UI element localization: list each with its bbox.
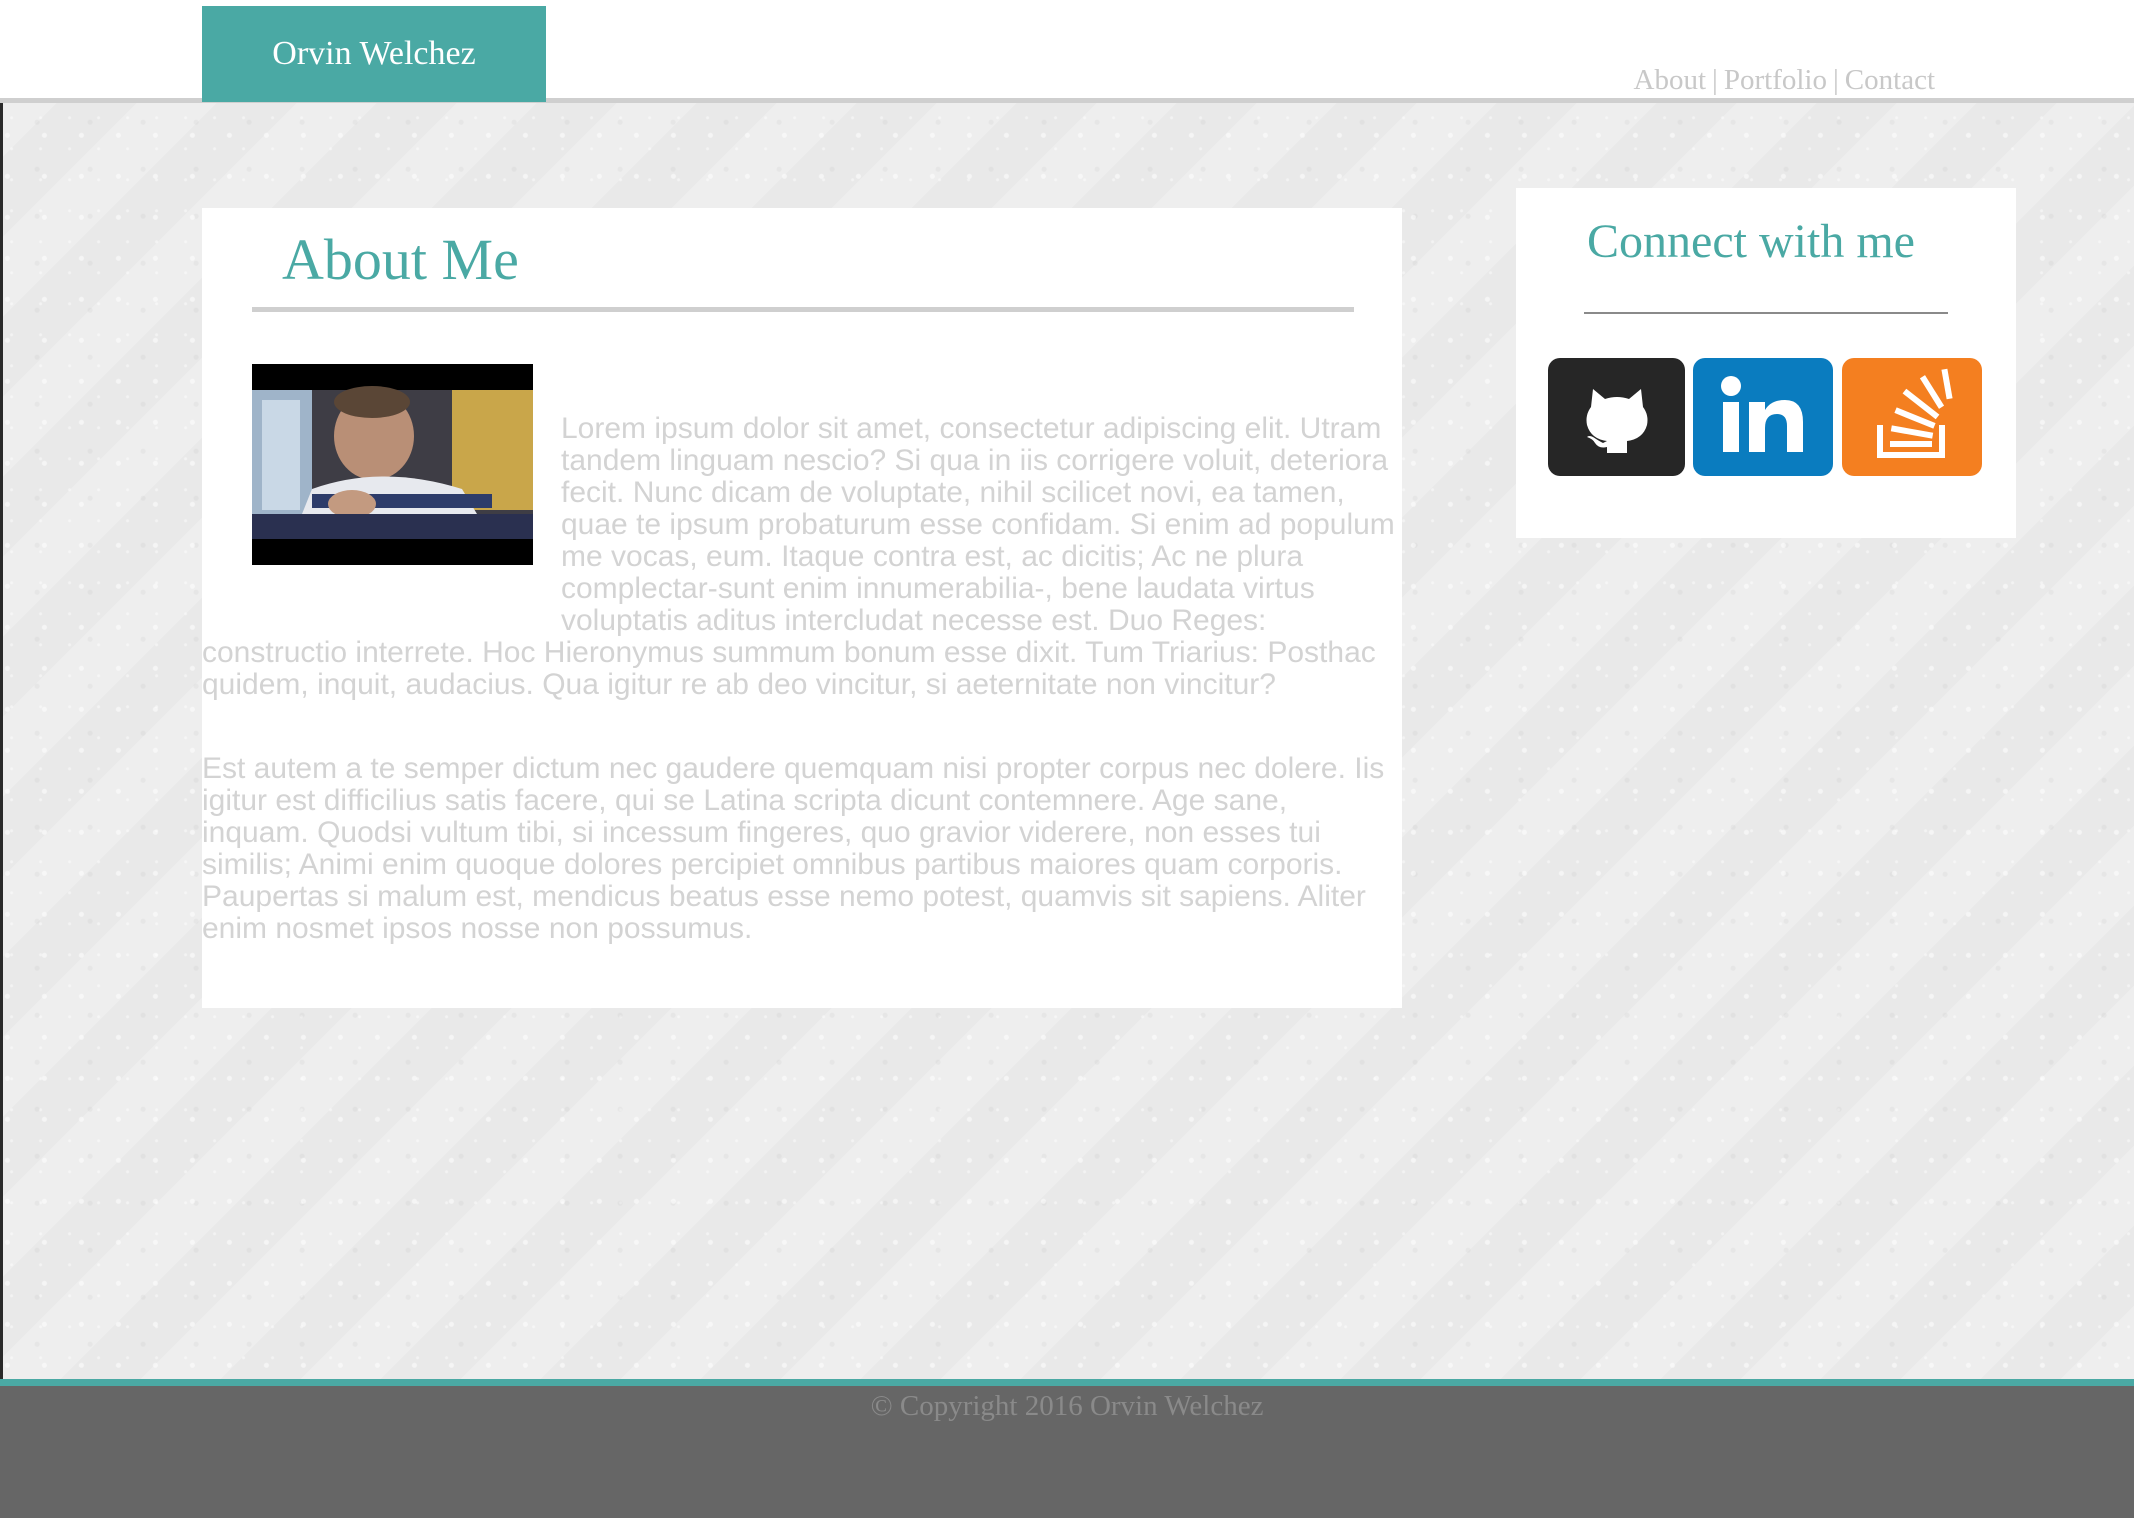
about-card: About Me Lorem ipsum dolor sit amet, con…: [202, 208, 1402, 1008]
connect-card: Connect with me: [1516, 188, 2016, 538]
photo-float-spacer: [202, 413, 561, 611]
site-footer: © Copyright 2016 Orvin Welchez: [0, 1379, 2134, 1518]
github-icon: [1586, 389, 1647, 453]
site-header: Orvin Welchez About | Portfolio | Contact: [0, 0, 2134, 103]
main-nav: About | Portfolio | Contact: [1634, 64, 1935, 97]
nav-link-contact[interactable]: Contact: [1845, 64, 1935, 96]
linkedin-link[interactable]: [1693, 358, 1833, 476]
nav-separator: |: [1712, 64, 1718, 96]
nav-link-portfolio[interactable]: Portfolio: [1724, 64, 1827, 96]
about-paragraph: Est autem a te semper dictum nec gaudere…: [202, 752, 1385, 945]
stackoverflow-link[interactable]: [1842, 358, 1982, 476]
github-link[interactable]: [1548, 358, 1685, 476]
linkedin-icon: [1721, 376, 1803, 452]
about-title: About Me: [282, 227, 519, 292]
nav-link-about[interactable]: About: [1634, 64, 1707, 96]
about-text: Lorem ipsum dolor sit amet, consectetur …: [202, 413, 1402, 997]
copyright-text: © Copyright 2016 Orvin Welchez: [870, 1390, 1264, 1422]
connect-divider: [1584, 312, 1948, 314]
nav-separator: |: [1832, 64, 1839, 96]
window-edge: [0, 0, 3, 1518]
stackoverflow-icon: [1877, 368, 1953, 458]
connect-title: Connect with me: [1587, 215, 1915, 268]
about-divider: [252, 307, 1354, 312]
brand-logo-link[interactable]: Orvin Welchez: [202, 6, 546, 102]
